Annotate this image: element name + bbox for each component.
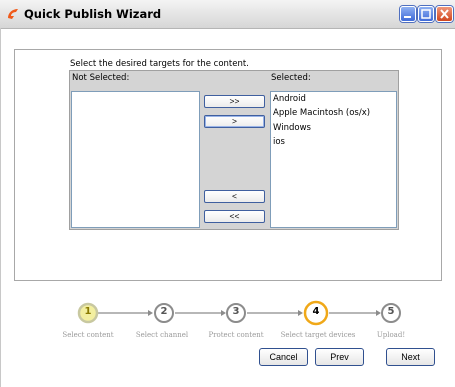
prev-button[interactable]: Prev [315, 348, 364, 366]
step-2-number: 2 [160, 306, 168, 317]
step-1-label: Select content [62, 331, 114, 339]
step-4-number: 4 [312, 306, 320, 317]
add-button[interactable]: > [204, 115, 265, 128]
minimize-button[interactable] [400, 6, 416, 22]
list-item-android[interactable]: Android [273, 94, 306, 104]
close-icon [440, 9, 449, 19]
step-2-label: Select channel [135, 331, 189, 339]
title-bar[interactable]: Quick Publish Wizard [0, 0, 455, 29]
maximize-button[interactable] [418, 6, 434, 22]
next-button[interactable]: Next [386, 348, 435, 366]
maximize-icon [421, 9, 431, 19]
list-item-windows[interactable]: Windows [273, 123, 311, 133]
step-arrow-icon [298, 310, 303, 316]
step-4-label: Select target devices [280, 331, 356, 339]
wizard-window: Quick Publish Wizard Select the desired … [0, 0, 455, 387]
not-selected-list[interactable] [71, 91, 200, 228]
list-item-ios[interactable]: ios [273, 137, 285, 147]
step-5-label: Upload! [376, 331, 406, 339]
selected-header: Selected: [271, 73, 311, 83]
minimize-icon [404, 16, 411, 18]
step-5-number: 5 [387, 306, 395, 317]
not-selected-header: Not Selected: [72, 73, 130, 83]
add-all-button[interactable]: >> [204, 95, 265, 108]
step-arrow-icon [148, 310, 153, 316]
close-button[interactable] [436, 6, 453, 22]
app-logo-icon [8, 9, 18, 19]
remove-all-button[interactable]: << [204, 210, 265, 223]
remove-button[interactable]: < [204, 190, 265, 203]
instruction-text: Select the desired targets for the conte… [70, 59, 249, 69]
selected-list[interactable]: Android Apple Macintosh (os/x) Windows i… [270, 91, 397, 228]
cancel-button[interactable]: Cancel [259, 348, 308, 366]
step-3-label: Protect content [208, 331, 264, 339]
step-3-number: 3 [232, 306, 240, 317]
list-item-apple-macintosh[interactable]: Apple Macintosh (os/x) [273, 108, 370, 118]
step-1-number: 1 [84, 306, 92, 317]
window-title: Quick Publish Wizard [24, 7, 162, 21]
